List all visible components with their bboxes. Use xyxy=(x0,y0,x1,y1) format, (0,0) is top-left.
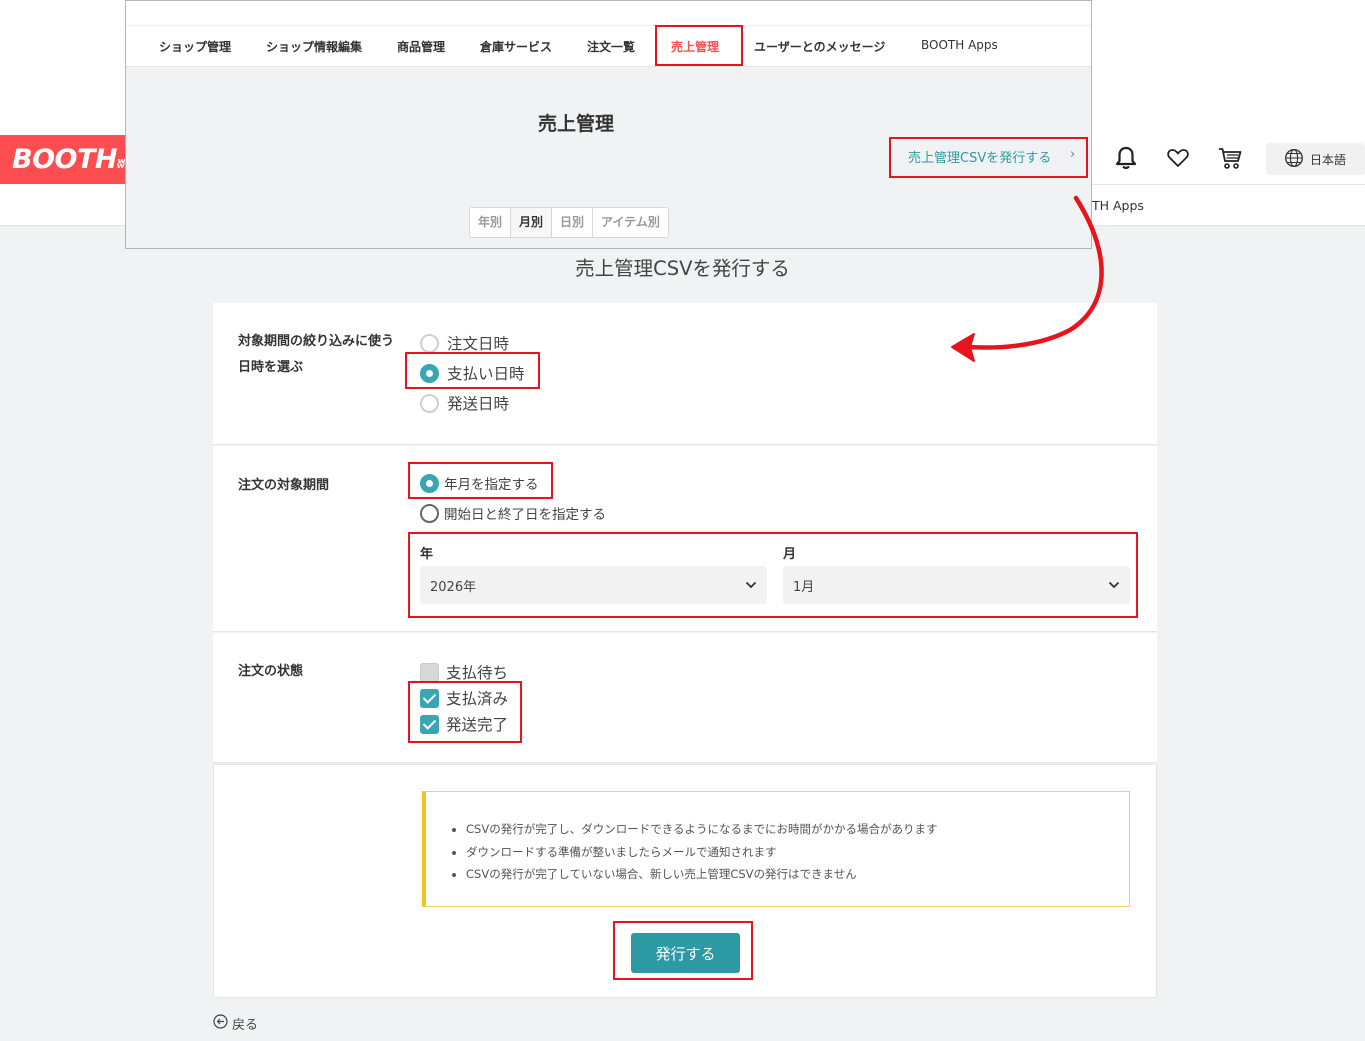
globe-icon xyxy=(1284,148,1304,171)
header-divider xyxy=(1092,184,1365,185)
nav-products[interactable]: 商品管理 xyxy=(397,38,445,55)
highlight-csv-link xyxy=(889,137,1088,178)
radio-date-range[interactable]: 開始日と終了日を指定する xyxy=(420,503,606,523)
highlight-period-selects xyxy=(408,532,1138,618)
notice-item: CSVの発行が完了していない場合、新しい売上管理CSVの発行はできません xyxy=(466,863,1129,886)
nav-warehouse[interactable]: 倉庫サービス xyxy=(480,38,552,55)
order-period-label: 注文の対象期間 xyxy=(238,478,330,493)
page-title: 売上管理CSVを発行する xyxy=(575,257,790,280)
order-status-label: 注文の状態 xyxy=(238,664,304,679)
radio-order-date[interactable]: 注文日時 xyxy=(420,332,509,354)
tab-daily[interactable]: 日別 xyxy=(552,208,594,237)
highlight-year-month xyxy=(408,462,553,499)
order-status-section: 注文の状態 支払待ち 支払済み 発送完了 xyxy=(213,633,1157,763)
radio-button[interactable] xyxy=(420,393,439,413)
period-tabs: 年別 月別 日別 アイテム別 xyxy=(469,207,669,238)
nav-divider xyxy=(126,25,1091,26)
notice-item: ダウンロードする準備が整いましたらメールで通知されます xyxy=(466,841,1129,864)
period-filter-label: 対象期間の絞り込みに使う日時を選ぶ xyxy=(238,334,395,375)
radio-label: 発送日時 xyxy=(447,395,510,413)
highlight-payment-date xyxy=(405,352,540,389)
sales-overlay-panel: ショップ管理 ショップ情報編集 商品管理 倉庫サービス 注文一覧 売上管理 ユー… xyxy=(125,0,1092,249)
nav-shop-management[interactable]: ショップ管理 xyxy=(159,38,231,55)
shop-nav: ショップ管理 ショップ情報編集 商品管理 倉庫サービス 注文一覧 売上管理 ユー… xyxy=(126,1,1091,67)
highlight-sales-nav xyxy=(655,25,743,66)
back-label: 戻る xyxy=(232,1018,259,1033)
highlight-status-checks xyxy=(408,681,522,743)
radio-ship-date[interactable]: 発送日時 xyxy=(420,392,509,414)
back-link[interactable]: 戻る xyxy=(213,1014,258,1033)
period-filter-section: 対象期間の絞り込みに使う日時を選ぶ 注文日時 支払い日時 発送日時 xyxy=(213,303,1157,445)
tab-monthly[interactable]: 月別 xyxy=(511,208,553,237)
radio-label: 開始日と終了日を指定する xyxy=(444,507,606,523)
sales-title: 売上管理 xyxy=(537,113,614,135)
radio-button[interactable] xyxy=(420,333,439,353)
radio-label: 注文日時 xyxy=(447,335,510,353)
nav-messages[interactable]: ユーザーとのメッセージ xyxy=(754,38,885,55)
notice-box: CSVの発行が完了し、ダウンロードできるようになるまでにお時間がかかる場合があり… xyxy=(422,791,1130,907)
bell-icon[interactable] xyxy=(1113,145,1139,171)
language-label: 日本語 xyxy=(1310,152,1347,167)
nav-shop-info[interactable]: ショップ情報編集 xyxy=(266,38,362,55)
cart-icon[interactable] xyxy=(1217,145,1243,171)
notice-item: CSVの発行が完了し、ダウンロードできるようになるまでにお時間がかかる場合があり… xyxy=(466,818,1129,841)
nav-booth-apps[interactable]: BOOTH Apps xyxy=(921,38,998,52)
nav-apps-partial[interactable]: TH Apps xyxy=(1092,198,1144,213)
radio-button[interactable] xyxy=(420,503,439,523)
checkbox-awaiting-payment[interactable]: 支払待ち xyxy=(420,661,508,683)
booth-logo[interactable]: BOOTHʬ xyxy=(0,135,126,184)
checkbox-label: 支払待ち xyxy=(446,664,509,682)
back-arrow-icon xyxy=(213,1014,228,1033)
tab-yearly[interactable]: 年別 xyxy=(470,208,512,237)
heart-icon[interactable] xyxy=(1165,145,1191,171)
nav-orders[interactable]: 注文一覧 xyxy=(587,38,635,55)
language-selector[interactable]: 日本語 xyxy=(1266,143,1365,175)
checkbox[interactable] xyxy=(420,662,439,682)
tab-by-item[interactable]: アイテム別 xyxy=(593,208,668,237)
highlight-issue-button xyxy=(613,921,753,980)
